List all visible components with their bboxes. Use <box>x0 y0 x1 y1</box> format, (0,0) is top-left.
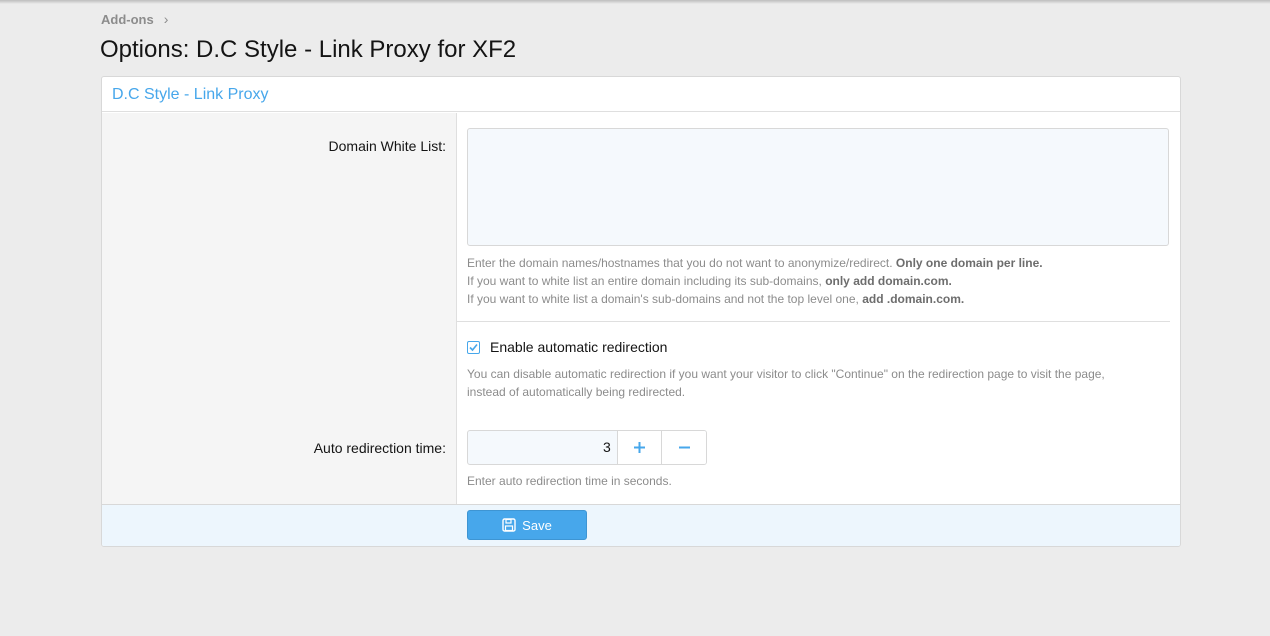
top-shadow <box>0 0 1270 4</box>
breadcrumb-separator: › <box>163 11 169 27</box>
options-block: D.C Style - Link Proxy Domain White List… <box>101 76 1181 547</box>
auto-redirection-time-hint: Enter auto redirection time in seconds. <box>467 474 672 488</box>
auto-redirection-time-input[interactable]: 3 <box>468 431 617 464</box>
auto-redirection-time-stepper: 3 <box>467 430 707 465</box>
domain-white-list-hint: Enter the domain names/hostnames that yo… <box>467 254 1172 308</box>
options-rows: Domain White List: Auto redirection time… <box>102 113 1180 504</box>
minus-icon <box>678 446 690 449</box>
auto-redirect-hint: You can disable automatic redirection if… <box>467 365 1172 401</box>
hint-line: Enter the domain names/hostnames that yo… <box>467 256 1043 270</box>
enable-auto-redirect-checkbox-row[interactable]: Enable automatic redirection <box>467 339 667 355</box>
hint-line: If you want to white list a domain's sub… <box>467 292 965 306</box>
label-column: Domain White List: Auto redirection time… <box>102 113 457 504</box>
hint-line: You can disable automatic redirection if… <box>467 367 1105 381</box>
floppy-disk-icon <box>502 518 516 532</box>
block-header: D.C Style - Link Proxy <box>102 77 1180 112</box>
enable-auto-redirect-checkbox[interactable] <box>467 340 480 354</box>
hint-line: instead of automatically being redirecte… <box>467 385 686 399</box>
plus-icon <box>634 442 646 453</box>
page-title: Options: D.C Style - Link Proxy for XF2 <box>100 36 517 63</box>
auto-redirection-time-label: Auto redirection time: <box>313 440 446 456</box>
breadcrumb-item-addons[interactable]: Add-ons <box>101 12 154 27</box>
hint-line: If you want to white list an entire doma… <box>467 274 952 288</box>
decrement-button[interactable] <box>661 431 706 464</box>
breadcrumb: Add-ons › <box>101 11 168 27</box>
enable-auto-redirect-label: Enable automatic redirection <box>490 339 668 355</box>
domain-white-list-input[interactable] <box>467 128 1169 246</box>
save-button-label: Save <box>522 517 552 533</box>
increment-button[interactable] <box>616 431 662 464</box>
save-button[interactable]: Save <box>467 510 587 540</box>
domain-white-list-label: Domain White List: <box>328 138 446 154</box>
checkmark-icon <box>469 343 478 351</box>
form-footer: Save <box>102 504 1180 546</box>
divider <box>457 321 1170 322</box>
